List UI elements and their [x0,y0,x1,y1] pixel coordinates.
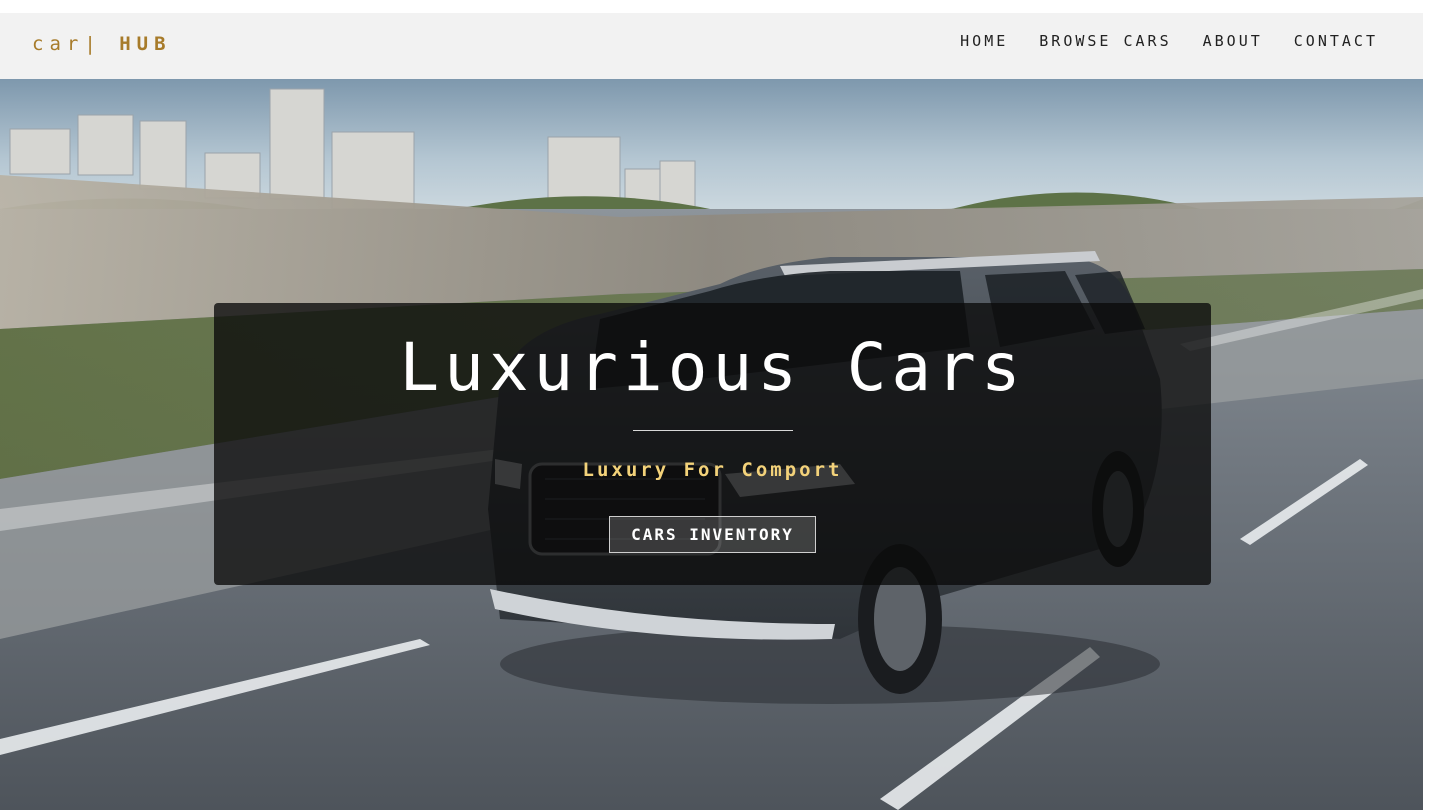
brand-logo[interactable]: car| HUB [32,33,172,55]
logo-bold-text: HUB [119,33,172,55]
nav-contact-link[interactable]: CONTACT [1294,32,1378,50]
nav-about-link[interactable]: ABOUT [1203,32,1263,50]
hero-title: Luxurious Cars [399,329,1026,406]
scrollbar-gutter[interactable] [1423,0,1440,810]
main-nav: HOME BROWSE CARS ABOUT CONTACT [960,32,1378,50]
cars-inventory-button[interactable]: CARS INVENTORY [609,516,816,553]
hero-caption-box: Luxurious Cars Luxury For Comport CARS I… [214,303,1211,585]
hero-section: Luxurious Cars Luxury For Comport CARS I… [0,79,1423,810]
hero-subtitle: Luxury For Comport [582,459,843,481]
page: car| HUB HOME BROWSE CARS ABOUT CONTACT [0,0,1423,810]
navbar: car| HUB HOME BROWSE CARS ABOUT CONTACT [0,13,1423,79]
top-strip [0,0,1423,13]
nav-home-link[interactable]: HOME [960,32,1008,50]
title-divider [633,430,793,431]
logo-light-text: car| [32,33,102,55]
nav-browse-cars-link[interactable]: BROWSE CARS [1039,32,1171,50]
